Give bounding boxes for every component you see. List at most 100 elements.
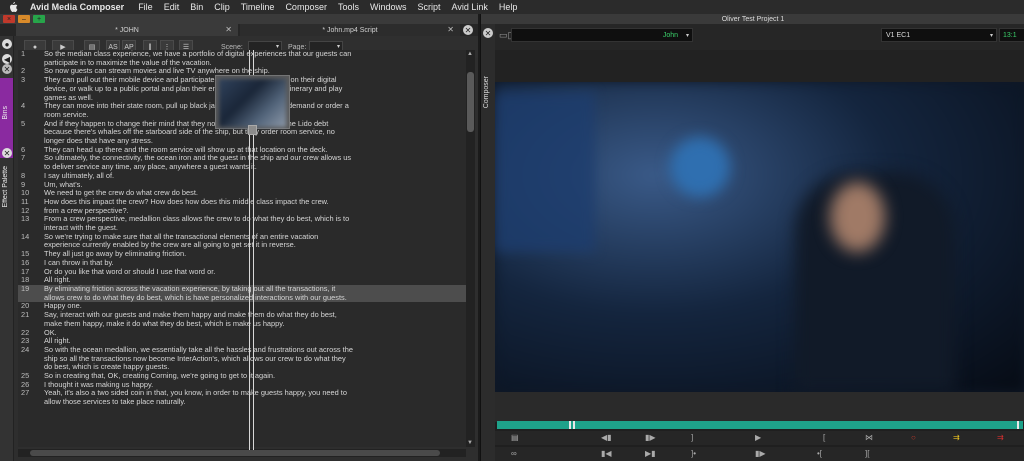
step-forward-icon[interactable]: ▮▶ (645, 433, 656, 442)
tab-bar: * JOHN ✕ * John.mp4 Script ✕ ✕ (0, 24, 478, 36)
script-line[interactable]: 13 From a crew perspective, medallion cla… (18, 214, 466, 233)
source-monitor-menu-icon[interactable]: ▤ (511, 433, 519, 442)
frame-thumbnail-popup (215, 75, 290, 129)
mark-clip-icon[interactable]: ⋈ (865, 433, 873, 442)
script-line[interactable]: 24 So with the ocean medallion, we essent… (18, 344, 466, 372)
line-number: 3 (21, 75, 26, 85)
composer-header: ▭▯ John ▾ V1 EC1 ▾ 13:1 (495, 24, 1024, 50)
mark-out-icon[interactable]: ] (691, 433, 693, 442)
close-tab-icon[interactable]: ✕ (447, 25, 454, 34)
video-monitor[interactable] (495, 82, 1024, 392)
menu-composer[interactable]: Composer (285, 2, 327, 12)
script-line[interactable]: 19 By eliminating friction across the vac… (18, 283, 466, 303)
menu-script[interactable]: Script (417, 2, 440, 12)
bins-toggle-icon[interactable]: ◀ (2, 54, 12, 64)
source-name: John (662, 31, 678, 39)
mark-in-icon[interactable]: [ (823, 433, 825, 442)
maximize-window-button[interactable]: + (33, 15, 45, 23)
menu-timeline[interactable]: Timeline (241, 2, 275, 12)
script-line[interactable]: 8I say ultimately, all of. (18, 170, 466, 181)
menu-windows[interactable]: Windows (370, 2, 407, 12)
go-to-in-icon[interactable]: ▮◀ (601, 449, 612, 458)
loop-icon[interactable]: ∞ (511, 449, 517, 458)
go-to-out-icon[interactable]: ▶▮ (645, 449, 656, 458)
line-text: Or do you like that word or should I use… (44, 266, 216, 276)
bins-side-tab[interactable]: Bins (0, 78, 13, 158)
menu-file[interactable]: File (138, 2, 153, 12)
app-name-menu[interactable]: Avid Media Composer (30, 2, 124, 12)
script-line[interactable]: 1 So the median class experience, we have… (18, 50, 466, 67)
composer-lower-area (495, 392, 1024, 422)
apple-menu-icon[interactable] (8, 2, 18, 12)
line-text: OK. (44, 327, 57, 337)
timecode-display[interactable]: 13:1 (999, 28, 1024, 42)
tab-john-script[interactable]: * John.mp4 Script ✕ (240, 24, 460, 36)
minimize-window-button[interactable]: – (18, 15, 30, 23)
close-panel-icon[interactable]: ✕ (463, 25, 473, 35)
script-line[interactable]: 27 Yeah, it's also a two sided coin in th… (18, 388, 466, 407)
close-window-button[interactable]: × (3, 15, 15, 23)
menu-bin[interactable]: Bin (190, 2, 203, 12)
menu-clip[interactable]: Clip (214, 2, 230, 12)
tab-john-bin[interactable]: * JOHN ✕ (16, 24, 238, 36)
clear-marks-icon[interactable]: ][ (865, 449, 869, 458)
overwrite-icon[interactable]: ⇉ (997, 433, 1004, 442)
source-name-menu[interactable]: John ▾ (511, 28, 693, 42)
script-line[interactable]: 22 OK. (18, 327, 466, 338)
menu-tools[interactable]: Tools (338, 2, 359, 12)
tab-label: * JOHN (115, 26, 139, 34)
line-number: 5 (21, 118, 26, 128)
menu-avid-link[interactable]: Avid Link (452, 2, 488, 12)
composer-window: Oliver Test Project 1 ✕ Composer ▭▯ John… (480, 14, 1024, 461)
script-line[interactable]: 17 Or do you like that word or should I u… (18, 266, 466, 277)
track-info: V1 EC1 (886, 31, 911, 39)
script-line[interactable]: 21 Say, interact with our guests and make… (18, 310, 466, 328)
h-scroll-thumb[interactable] (30, 450, 440, 456)
position-indicator[interactable] (1017, 421, 1019, 429)
chevron-down-icon: ▾ (275, 44, 279, 50)
step-back-icon[interactable]: ◀▮ (601, 433, 612, 442)
bins-close-icon[interactable]: ● (2, 39, 12, 49)
line-text: By eliminating friction across the vacat… (44, 283, 347, 302)
line-text: From a crew perspective, medallion class… (44, 214, 350, 233)
composer-side-label[interactable]: Composer (483, 76, 490, 108)
menu-edit[interactable]: Edit (164, 2, 180, 12)
line-number: 7 (21, 153, 26, 163)
scroll-up-icon[interactable]: ▲ (467, 51, 474, 57)
script-vertical-scrollbar[interactable]: ▲ ▼ (466, 50, 475, 447)
script-line[interactable]: 7 So ultimately, the connectivity, the oc… (18, 153, 466, 171)
line-text: Yeah, it's also a two sided coin in that… (44, 388, 347, 407)
track-menu[interactable]: V1 EC1 ▾ (881, 28, 997, 42)
line-text: I say ultimately, all of. (44, 170, 115, 180)
line-number: 24 (21, 344, 30, 354)
line-text: Say, interact with our guests and make t… (44, 310, 337, 328)
play-in-out-icon[interactable]: ▮▶ (755, 449, 766, 458)
chevron-down-icon: ▾ (989, 32, 993, 39)
menu-bar: Avid Media Composer File Edit Bin Clip T… (0, 0, 1024, 14)
scroll-down-icon[interactable]: ▼ (467, 440, 474, 446)
effect-palette-close-icon[interactable]: ✕ (2, 148, 12, 158)
composer-side-strip: ✕ Composer (481, 24, 495, 461)
scroll-thumb[interactable] (467, 72, 474, 132)
clear-out-icon[interactable]: ]• (691, 449, 696, 458)
position-bar[interactable] (497, 421, 1023, 429)
script-horizontal-scrollbar[interactable] (18, 449, 466, 457)
clear-in-icon[interactable]: •[ (817, 449, 822, 458)
composer-close-icon[interactable]: ✕ (483, 28, 493, 38)
close-tab-icon[interactable]: ✕ (225, 25, 232, 34)
tab-label: * John.mp4 Script (322, 26, 378, 34)
line-number: 14 (21, 231, 30, 241)
record-dot-icon[interactable]: ○ (911, 433, 916, 442)
composer-window-title: Oliver Test Project 1 (481, 14, 1024, 24)
bins-close-x-icon[interactable]: ✕ (2, 64, 12, 74)
splice-in-icon[interactable]: ⇉ (953, 433, 960, 442)
effect-palette-label[interactable]: Effect Palette (2, 166, 9, 208)
script-line[interactable]: 14 So we're trying to make sure that all … (18, 231, 466, 250)
timecode: 13:1 (1003, 31, 1017, 39)
line-text: They can move into their state room, pul… (44, 101, 349, 119)
menu-help[interactable]: Help (499, 2, 518, 12)
line-number: 19 (21, 283, 30, 293)
line-text: And if they happen to change their mind … (44, 118, 335, 146)
playhead-handle[interactable] (248, 125, 257, 135)
play-icon[interactable]: ▶ (755, 433, 761, 442)
